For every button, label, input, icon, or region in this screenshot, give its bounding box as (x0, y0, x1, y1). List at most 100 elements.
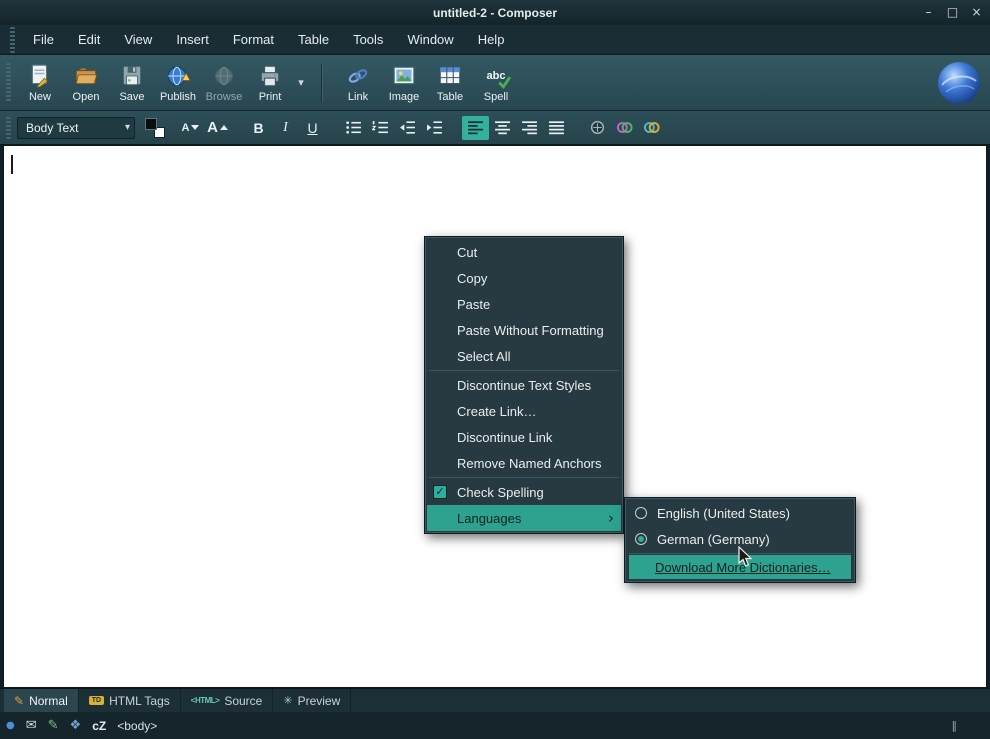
spell-button[interactable]: abc Spell (473, 60, 519, 105)
tab-html-tags[interactable]: TD HTML Tags (79, 689, 181, 712)
new-button[interactable]: New (17, 60, 63, 105)
align-left-button[interactable] (462, 116, 489, 140)
arrow-down-icon (191, 125, 199, 130)
link-button[interactable]: Link (335, 60, 381, 105)
outdent-button[interactable] (394, 116, 421, 140)
paragraph-style-select[interactable]: Body Text ▾ (17, 117, 135, 139)
save-button[interactable]: Save (109, 60, 155, 105)
layer-forward-button[interactable] (638, 116, 665, 140)
menu-view[interactable]: View (112, 28, 164, 51)
print-dropdown-button[interactable]: ▾ (293, 76, 309, 89)
menu-insert[interactable]: Insert (164, 28, 221, 51)
language-option-german[interactable]: German (Germany) (627, 526, 853, 552)
table-button[interactable]: Table (427, 60, 473, 105)
browse-globe-icon (211, 62, 237, 89)
menu-file[interactable]: File (21, 28, 66, 51)
context-menu-item-paste[interactable]: Paste (427, 291, 621, 317)
italic-button[interactable]: I (272, 116, 299, 140)
decrease-font-size-button[interactable]: A (177, 116, 204, 140)
statusbar: ● ✉ ✎ ❖ cZ <body> ‖ (0, 712, 990, 739)
align-justify-button[interactable] (543, 116, 570, 140)
open-button[interactable]: Open (63, 60, 109, 105)
publish-button[interactable]: Publish (155, 60, 201, 105)
open-button-label: Open (73, 91, 100, 103)
toolbar-grip[interactable] (6, 63, 11, 103)
maximize-button[interactable]: □ (944, 3, 961, 21)
align-right-icon (521, 120, 538, 135)
preview-icon: ✳ (283, 694, 292, 707)
edit-mode-tabs: ✎ Normal TD HTML Tags <HTML> Source ✳ Pr… (0, 688, 990, 712)
context-menu-item-remove-named-anchors[interactable]: Remove Named Anchors (427, 450, 621, 476)
numbered-list-button[interactable] (367, 116, 394, 140)
menubar-grip[interactable] (10, 27, 15, 53)
tab-preview-label: Preview (298, 694, 341, 708)
tab-normal[interactable]: ✎ Normal (4, 689, 79, 712)
menu-format[interactable]: Format (221, 28, 286, 51)
menu-tools[interactable]: Tools (341, 28, 395, 51)
context-menu-item-discontinue-text-styles[interactable]: Discontinue Text Styles (427, 372, 621, 398)
align-right-button[interactable] (516, 116, 543, 140)
increase-font-size-button[interactable]: A (204, 116, 231, 140)
menu-window[interactable]: Window (395, 28, 465, 51)
input-indicator: cZ (92, 719, 106, 733)
align-center-button[interactable] (489, 116, 516, 140)
titlebar[interactable]: untitled-2 - Composer – □ × (0, 0, 990, 25)
window-resize-grip[interactable] (968, 718, 984, 734)
browse-button[interactable]: Browse (201, 60, 247, 105)
new-button-label: New (29, 91, 51, 103)
absolute-positioning-button[interactable] (584, 116, 611, 140)
paragraph-style-value: Body Text (26, 121, 125, 135)
print-button[interactable]: Print (247, 60, 293, 105)
context-menu-item-select-all[interactable]: Select All (427, 343, 621, 369)
language-label: German (Germany) (657, 532, 770, 547)
spell-button-label: Spell (484, 91, 508, 103)
window-title: untitled-2 - Composer (0, 6, 990, 20)
main-toolbar: New Open Save Publish Browse Print ▾ (0, 55, 990, 111)
minimize-button[interactable]: – (920, 3, 937, 21)
bulleted-list-button[interactable] (340, 116, 367, 140)
context-menu-item-languages[interactable]: Languages › (427, 505, 621, 531)
element-path[interactable]: <body> (117, 719, 157, 733)
download-more-dictionaries-item[interactable]: Download More Dictionaries… (629, 555, 851, 579)
mail-icon[interactable]: ✉ (26, 719, 37, 732)
context-menu-item-paste-without-formatting[interactable]: Paste Without Formatting (427, 317, 621, 343)
context-menu-item-discontinue-link[interactable]: Discontinue Link (427, 424, 621, 450)
chevron-down-icon: ▾ (125, 122, 130, 133)
navigator-icon[interactable]: ● (6, 721, 15, 731)
formatbar-grip[interactable] (6, 117, 11, 139)
tab-source[interactable]: <HTML> Source (181, 689, 274, 712)
context-menu-item-create-link[interactable]: Create Link… (427, 398, 621, 424)
underline-button[interactable]: U (299, 116, 326, 140)
menu-help[interactable]: Help (466, 28, 517, 51)
language-label: English (United States) (657, 506, 790, 521)
print-icon (257, 62, 283, 89)
arrow-up-icon (220, 125, 228, 130)
align-center-icon (494, 120, 511, 135)
browse-button-label: Browse (206, 91, 243, 103)
language-option-english-us[interactable]: English (United States) (627, 500, 853, 526)
layer-backward-button[interactable] (611, 116, 638, 140)
context-menu-item-check-spelling[interactable]: ✓ Check Spelling (427, 479, 621, 505)
text-color-picker[interactable] (143, 117, 167, 139)
indent-icon (426, 119, 443, 136)
context-menu-item-cut[interactable]: Cut (427, 239, 621, 265)
menu-table[interactable]: Table (286, 28, 341, 51)
context-menu-item-copy[interactable]: Copy (427, 265, 621, 291)
positioning-icon (589, 119, 606, 136)
tab-preview[interactable]: ✳ Preview (273, 689, 351, 712)
indent-button[interactable] (421, 116, 448, 140)
app-throbber-logo[interactable] (936, 60, 982, 106)
font-size-letter: A (182, 122, 190, 134)
address-book-icon[interactable]: ❖ (70, 719, 82, 732)
publish-globe-icon (165, 62, 191, 89)
bold-button[interactable]: B (245, 116, 272, 140)
numbered-list-icon (372, 119, 389, 136)
composer-icon[interactable]: ✎ (48, 719, 59, 732)
toolbar-separator (321, 64, 323, 102)
statusbar-splitter-icon[interactable]: ‖ (952, 719, 958, 732)
menu-edit[interactable]: Edit (66, 28, 112, 51)
close-button[interactable]: × (968, 3, 985, 21)
format-toolbar: Body Text ▾ A A B I U (0, 111, 990, 145)
tab-html-tags-label: HTML Tags (109, 694, 170, 708)
image-button[interactable]: Image (381, 60, 427, 105)
